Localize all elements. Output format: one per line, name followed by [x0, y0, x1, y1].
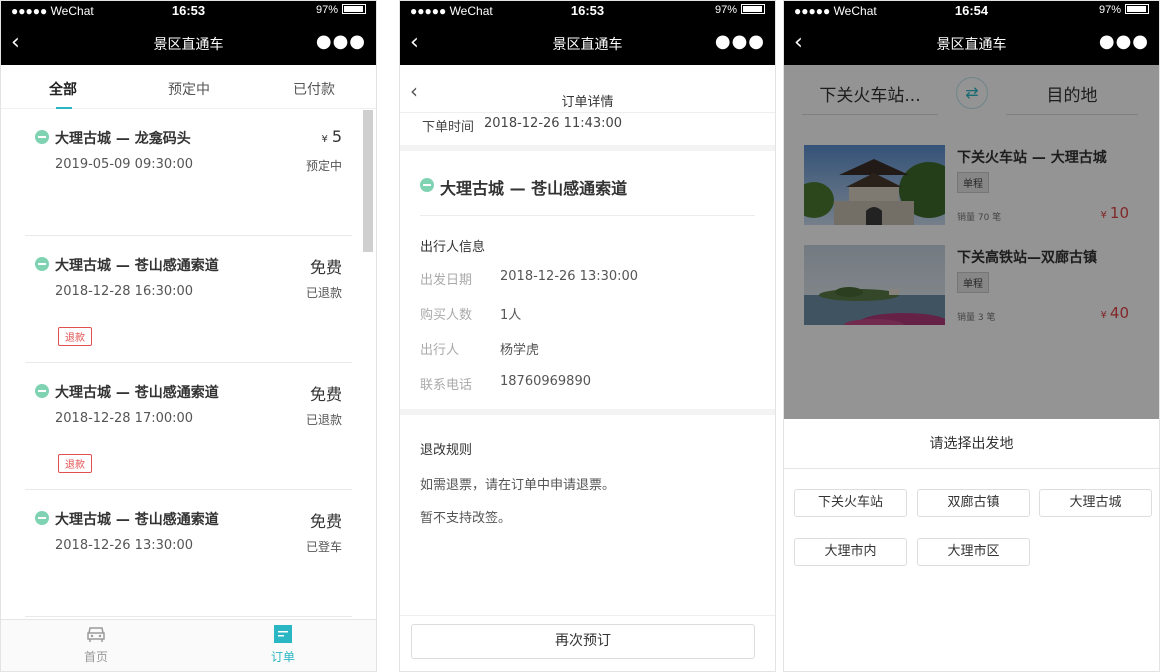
- order-item[interactable]: 大理古城 — 苍山感通索道 2018-12-26 13:30:00 免费 已登车: [25, 490, 352, 617]
- battery-indicator: 97%: [1099, 4, 1149, 16]
- tabbar-orders[interactable]: 订单: [253, 624, 313, 665]
- refund-badge: 退款: [58, 454, 92, 473]
- field-row: 出行人 杨学虎: [400, 329, 775, 364]
- sheet-title: 请选择出发地: [784, 419, 1159, 469]
- battery-percent: 97%: [1098, 4, 1121, 16]
- field-row: 联系电话 18760969890: [400, 364, 775, 399]
- battery-icon: [342, 4, 366, 14]
- detail-route: 大理古城 — 苍山感通索道: [420, 151, 755, 216]
- field-value: 杨学虎: [500, 343, 540, 358]
- place-option[interactable]: 下关火车站: [794, 489, 907, 517]
- order-price: 免费: [309, 258, 342, 277]
- price-value: 5: [331, 127, 342, 146]
- order-time-row: 下单时间 2018-12-26 11:43:00: [400, 113, 775, 151]
- bottom-bar: 再次预订: [400, 615, 775, 671]
- tabbar-home[interactable]: 首页: [66, 624, 126, 665]
- more-icon[interactable]: ●●●: [316, 31, 366, 52]
- rule-text: 如需退票，请在订单中申请退票。: [420, 478, 616, 493]
- scrollbar[interactable]: [363, 110, 373, 252]
- battery-indicator: 97%: [316, 4, 366, 16]
- rule-text: 暂不支持改签。: [420, 511, 512, 526]
- nav-bar: ‹ 景区直通车 ●●●: [1, 23, 376, 65]
- modal-overlay[interactable]: [784, 65, 1159, 419]
- tabbar-home-label: 首页: [83, 650, 108, 664]
- field-label: 联系电话: [420, 378, 473, 393]
- bus-icon: [35, 511, 49, 525]
- battery-icon: [741, 4, 765, 14]
- nav-bar: ‹ 景区直通车 ●●●: [400, 23, 775, 65]
- field-row: 购买人数 1人: [400, 294, 775, 329]
- order-datetime: 2019-05-09 09:30:00: [55, 157, 194, 172]
- field-label: 购买人数: [420, 308, 473, 323]
- refund-badge: 退款: [58, 327, 92, 346]
- order-list: 大理古城 — 龙龛码头 2019-05-09 09:30:00 ¥5 预定中 大…: [1, 109, 376, 617]
- field-label: 出行人: [420, 343, 460, 358]
- tab-reserving[interactable]: 预定中: [168, 79, 210, 99]
- status-bar: ●●●●● WeChat 16:54 97%: [784, 1, 1159, 23]
- departure-picker-sheet: 请选择出发地 下关火车站 双廊古镇 大理古城 大理市内 大理市区: [784, 419, 1159, 671]
- tabbar-orders-label: 订单: [270, 650, 295, 664]
- bottom-tabbar: 首页 订单: [1, 619, 376, 671]
- order-time-value: 2018-12-26 11:43:00: [484, 116, 623, 131]
- field-value: 1人: [500, 308, 522, 323]
- battery-percent: 97%: [315, 4, 338, 16]
- order-time-label: 下单时间: [422, 120, 475, 135]
- order-detail-screen: ●●●●● WeChat 16:53 97% ‹ 景区直通车 ●●● ‹ 订单详…: [399, 0, 776, 672]
- order-status: 已登车: [305, 540, 342, 554]
- order-price: 免费: [309, 512, 342, 531]
- field-value: 2018-12-26 13:30:00: [500, 269, 639, 284]
- place-option[interactable]: 大理古城: [1039, 489, 1152, 517]
- route-select-screen: ●●●●● WeChat 16:54 97% ‹ 景区直通车 ●●● 下关火车站…: [783, 0, 1160, 672]
- order-status: 已退款: [305, 286, 342, 300]
- field-row: 出发日期 2018-12-26 13:30:00: [400, 259, 775, 294]
- field-label: 出发日期: [420, 273, 473, 288]
- order-price: ¥5: [321, 127, 342, 146]
- order-status: 预定中: [305, 159, 342, 173]
- rebook-button[interactable]: 再次预订: [411, 624, 755, 659]
- status-bar: ●●●●● WeChat 16:53 97%: [1, 1, 376, 23]
- order-datetime: 2018-12-28 16:30:00: [55, 284, 194, 299]
- order-route: 大理古城 — 苍山感通索道: [55, 258, 219, 274]
- bus-icon: [420, 178, 434, 192]
- detail-route-name: 大理古城 — 苍山感通索道: [440, 179, 628, 198]
- order-item[interactable]: 大理古城 — 苍山感通索道 2018-12-28 17:00:00 免费 已退款…: [25, 363, 352, 490]
- order-datetime: 2018-12-28 17:00:00: [55, 411, 194, 426]
- order-item[interactable]: 大理古城 — 苍山感通索道 2018-12-28 16:30:00 免费 已退款…: [25, 236, 352, 363]
- detail-header: ‹ 订单详情: [400, 65, 775, 113]
- bus-icon: [35, 130, 49, 144]
- place-option[interactable]: 双廊古镇: [917, 489, 1030, 517]
- status-bar: ●●●●● WeChat 16:53 97%: [400, 1, 775, 23]
- order-tabs: 全部 预定中 已付款: [1, 65, 376, 109]
- place-option[interactable]: 大理市内: [794, 538, 907, 566]
- bus-icon: [35, 257, 49, 271]
- car-icon: [86, 624, 106, 644]
- place-option[interactable]: 大理市区: [917, 538, 1030, 566]
- rules-title: 退改规则: [420, 443, 473, 458]
- more-icon[interactable]: ●●●: [1099, 31, 1149, 52]
- more-icon[interactable]: ●●●: [715, 31, 765, 52]
- tab-paid[interactable]: 已付款: [293, 79, 335, 99]
- nav-bar: ‹ 景区直通车 ●●●: [784, 23, 1159, 65]
- order-route: 大理古城 — 苍山感通索道: [55, 512, 219, 528]
- field-value: 18760969890: [500, 374, 591, 389]
- tab-all[interactable]: 全部: [49, 79, 77, 99]
- battery-percent: 97%: [714, 4, 737, 16]
- detail-title: 订单详情: [561, 95, 614, 110]
- orders-screen: ●●●●● WeChat 16:53 97% ‹ 景区直通车 ●●● 全部 预定…: [0, 0, 377, 672]
- order-route: 大理古城 — 龙龛码头: [55, 131, 191, 147]
- order-item[interactable]: 大理古城 — 龙龛码头 2019-05-09 09:30:00 ¥5 预定中: [25, 109, 352, 236]
- bus-icon: [35, 384, 49, 398]
- order-status: 已退款: [305, 413, 342, 427]
- order-datetime: 2018-12-26 13:30:00: [55, 538, 194, 553]
- yen-symbol: ¥: [321, 134, 328, 145]
- order-price: 免费: [309, 385, 342, 404]
- battery-icon: [1125, 4, 1149, 14]
- traveler-section-title: 出行人信息: [420, 240, 486, 255]
- order-icon: [273, 624, 293, 644]
- battery-indicator: 97%: [715, 4, 765, 16]
- order-route: 大理古城 — 苍山感通索道: [55, 385, 219, 401]
